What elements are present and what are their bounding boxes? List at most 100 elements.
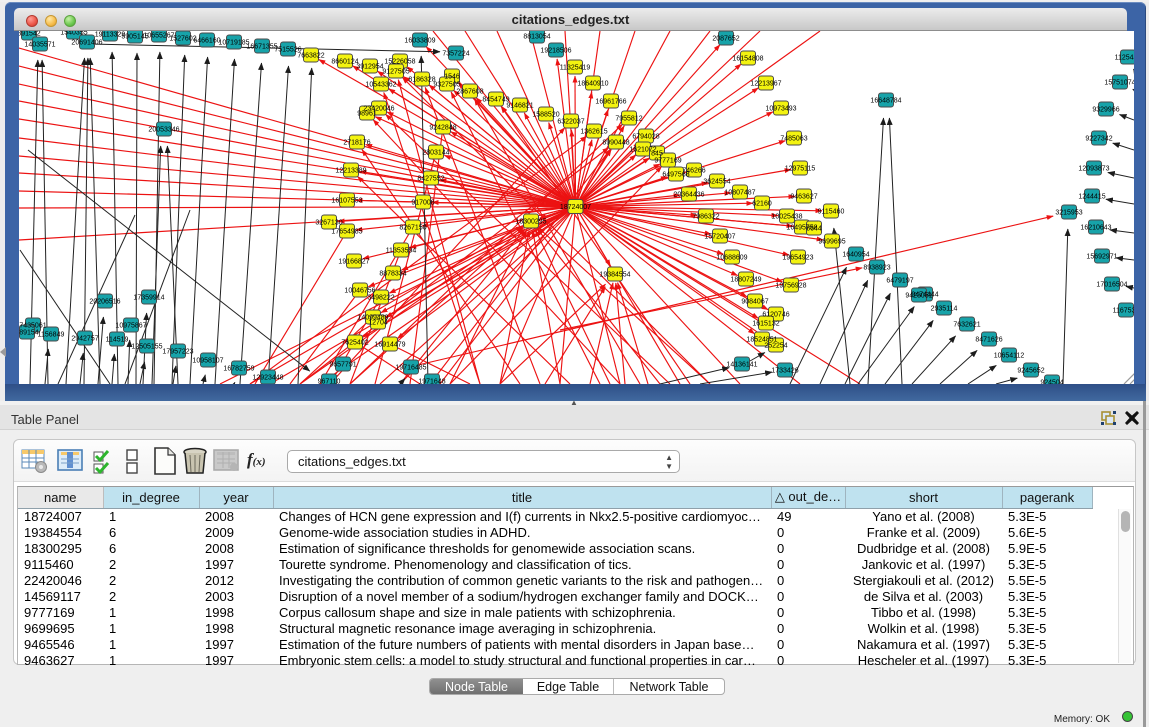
svg-text:3267130: 3267130 xyxy=(315,220,342,227)
svg-text:3624554: 3624554 xyxy=(703,179,730,186)
svg-text:9657791: 9657791 xyxy=(329,362,356,369)
svg-text:12213967: 12213967 xyxy=(750,81,781,88)
svg-text:114519: 114519 xyxy=(106,337,129,344)
svg-text:6479197: 6479197 xyxy=(886,278,913,285)
svg-text:1167533: 1167533 xyxy=(1113,308,1134,315)
svg-text:12093873: 12093873 xyxy=(1078,166,1109,173)
svg-text:16914479: 16914479 xyxy=(374,342,405,349)
svg-text:9242848: 9242848 xyxy=(429,125,456,132)
svg-text:2935114: 2935114 xyxy=(931,306,958,313)
svg-text:9327505: 9327505 xyxy=(433,82,460,89)
svg-text:1362615: 1362615 xyxy=(580,129,607,136)
svg-text:8813054: 8813054 xyxy=(523,34,550,41)
svg-text:7663822: 7663822 xyxy=(297,53,324,60)
svg-text:845: 845 xyxy=(651,151,663,158)
svg-text:2803144: 2803144 xyxy=(422,150,449,157)
svg-text:10973493: 10973493 xyxy=(765,106,796,113)
svg-text:10543362: 10543362 xyxy=(365,82,396,89)
svg-text:17654985: 17654985 xyxy=(331,229,362,236)
svg-text:8878334: 8878334 xyxy=(379,271,406,278)
svg-text:19384554: 19384554 xyxy=(599,272,630,279)
svg-text:10975867: 10975867 xyxy=(115,323,146,330)
svg-text:7632621: 7632621 xyxy=(953,322,980,329)
svg-text:98961: 98961 xyxy=(357,111,377,118)
svg-text:15692971: 15692971 xyxy=(1086,254,1117,261)
svg-text:2087652: 2087652 xyxy=(712,36,739,43)
svg-text:16033809: 16033809 xyxy=(404,38,435,45)
svg-text:12704: 12704 xyxy=(368,320,388,327)
svg-text:18807249: 18807249 xyxy=(730,277,761,284)
svg-text:1615132: 1615132 xyxy=(752,321,779,328)
svg-text:9463627: 9463627 xyxy=(790,194,817,201)
svg-text:2942757: 2942757 xyxy=(71,336,98,343)
svg-text:9127505: 9127505 xyxy=(382,69,409,76)
svg-text:6322037: 6322037 xyxy=(557,119,584,126)
svg-text:19756928: 19756928 xyxy=(775,283,806,290)
svg-text:3498222: 3498222 xyxy=(367,295,394,302)
svg-text:17016504: 17016504 xyxy=(1096,282,1127,289)
svg-text:7485063: 7485063 xyxy=(780,136,807,143)
svg-text:12505155: 12505155 xyxy=(131,344,162,351)
svg-text:62160: 62160 xyxy=(752,201,772,208)
svg-text:15226058: 15226058 xyxy=(384,59,415,66)
svg-text:9423051: 9423051 xyxy=(905,293,932,300)
svg-text:6497568: 6497568 xyxy=(662,172,689,179)
svg-text:9115460: 9115460 xyxy=(818,209,845,216)
svg-text:16648784: 16648784 xyxy=(870,98,901,105)
svg-text:7625402: 7625402 xyxy=(341,340,368,347)
svg-text:19716485: 19716485 xyxy=(395,365,426,372)
svg-text:9777169: 9777169 xyxy=(654,158,681,165)
svg-text:7357224: 7357224 xyxy=(442,51,469,58)
svg-text:19166827: 19166827 xyxy=(338,259,369,266)
svg-text:16782759: 16782759 xyxy=(223,366,254,373)
svg-text:7955812: 7955812 xyxy=(615,116,642,123)
svg-text:17957223: 17957223 xyxy=(162,349,193,356)
svg-text:8938923: 8938923 xyxy=(863,265,890,272)
svg-text:12923448: 12923448 xyxy=(252,375,283,382)
svg-text:8186328: 8186328 xyxy=(408,77,435,84)
svg-text:891542: 891542 xyxy=(19,31,41,38)
svg-text:16154808: 16154808 xyxy=(732,56,763,63)
svg-text:19218506: 19218506 xyxy=(540,48,571,55)
svg-text:12213389: 12213389 xyxy=(335,168,366,175)
svg-text:1971648: 1971648 xyxy=(418,379,445,385)
svg-text:924504: 924504 xyxy=(1040,380,1063,385)
svg-text:1546: 1546 xyxy=(444,74,460,81)
svg-text:9329966: 9329966 xyxy=(1092,107,1119,114)
svg-text:16107553: 16107553 xyxy=(331,198,362,205)
svg-text:1125441: 1125441 xyxy=(1115,55,1134,62)
svg-text:9699695: 9699695 xyxy=(818,239,845,246)
svg-text:9084067: 9084067 xyxy=(741,299,768,306)
svg-text:14035571: 14035571 xyxy=(24,42,55,49)
svg-text:12975115: 12975115 xyxy=(785,166,816,173)
svg-text:10719185: 10719185 xyxy=(218,40,249,47)
svg-text:917006: 917006 xyxy=(411,200,434,207)
svg-text:10958107: 10958107 xyxy=(192,358,223,365)
svg-text:20364436: 20364436 xyxy=(673,192,704,199)
svg-text:3215953: 3215953 xyxy=(1055,210,1082,217)
svg-text:9227342: 9227342 xyxy=(1085,136,1112,143)
svg-text:1156849: 1156849 xyxy=(38,332,65,339)
svg-text:8990448: 8990448 xyxy=(602,140,629,147)
svg-text:252254: 252254 xyxy=(764,343,787,350)
svg-text:6794028: 6794028 xyxy=(632,134,659,141)
svg-text:8267150: 8267150 xyxy=(399,225,426,232)
svg-text:1640954: 1640954 xyxy=(842,252,869,259)
svg-text:20691406: 20691406 xyxy=(71,40,102,47)
svg-text:10688609: 10688609 xyxy=(716,255,747,262)
svg-text:1540355: 1540355 xyxy=(60,31,87,37)
svg-text:7986322: 7986322 xyxy=(692,214,719,221)
svg-text:6466160: 6466160 xyxy=(193,38,220,45)
svg-text:11353594: 11353594 xyxy=(386,248,417,255)
svg-text:11325419: 11325419 xyxy=(560,65,591,72)
svg-text:16961766: 16961766 xyxy=(595,99,626,106)
svg-text:9245652: 9245652 xyxy=(1017,368,1044,375)
svg-text:1244415: 1244415 xyxy=(1078,194,1105,201)
svg-text:16210643: 16210643 xyxy=(1080,225,1111,232)
svg-text:10654112: 10654112 xyxy=(994,353,1025,360)
svg-text:9146821: 9146821 xyxy=(506,103,533,110)
svg-text:2718176: 2718176 xyxy=(343,140,370,147)
svg-text:989154: 989154 xyxy=(19,330,39,337)
svg-text:15720407: 15720407 xyxy=(704,234,735,241)
svg-text:8660124: 8660124 xyxy=(331,59,358,66)
